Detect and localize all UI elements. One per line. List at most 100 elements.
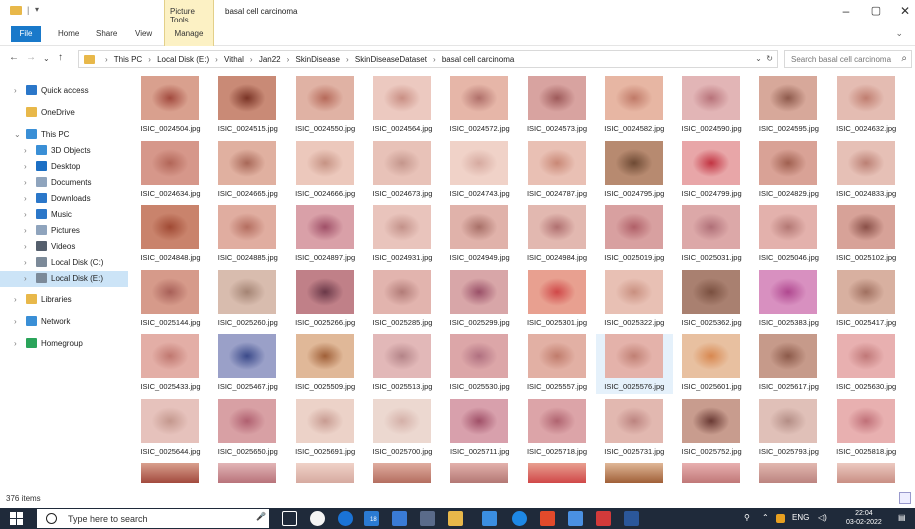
file-item[interactable]: ISIC_0024885.jpg	[209, 205, 286, 265]
sidebar-item-onedrive[interactable]: OneDrive	[0, 105, 128, 121]
sidebar-item-quick-access[interactable]: › Quick access	[0, 83, 128, 99]
breadcrumb-basal-cell-carcinoma[interactable]: basal cell carcinoma	[442, 55, 514, 64]
app-icon[interactable]	[482, 511, 497, 526]
file-item[interactable]: ISIC_0024833.jpg	[828, 140, 905, 201]
file-item[interactable]: ISIC_0025752.jpg	[673, 398, 750, 459]
media-icon[interactable]	[540, 511, 555, 526]
sidebar-item-3d-objects[interactable]: › 3D Objects	[0, 143, 128, 159]
customize-quick-access-icon[interactable]: ▾	[35, 5, 39, 14]
file-item[interactable]: ISIC_0025644.jpg	[132, 398, 209, 459]
up-arrow-icon[interactable]: ↑	[58, 52, 63, 63]
back-arrow-icon[interactable]: ←	[9, 52, 19, 63]
sidebar-item-local-disk-c[interactable]: › Local Disk (C:)	[0, 255, 128, 271]
file-item[interactable]: ISIC_0024666.jpg	[287, 140, 364, 201]
word-icon[interactable]	[624, 511, 639, 526]
file-item[interactable]: ISIC_0024931.jpg	[364, 205, 441, 265]
sidebar-item-local-disk-e[interactable]: › Local Disk (E:)	[0, 271, 128, 287]
image-thumbnail[interactable]	[527, 463, 586, 483]
file-item[interactable]: ISIC_0024743.jpg	[441, 140, 518, 201]
file-item[interactable]: ISIC_0025322.jpg	[596, 269, 673, 330]
sidebar-item-homegroup[interactable]: › Homegroup	[0, 336, 128, 352]
address-dropdown-icon[interactable]: ⌄	[755, 54, 762, 63]
file-explorer-icon[interactable]	[448, 511, 463, 526]
file-item[interactable]: ISIC_0024787.jpg	[519, 140, 596, 201]
file-item[interactable]: ISIC_0024848.jpg	[132, 205, 209, 265]
taskbar-search[interactable]: Type here to search	[37, 509, 269, 528]
taskbar-search-input[interactable]: Type here to search	[68, 514, 148, 524]
expand-chevron-icon[interactable]: ⌄	[14, 130, 21, 139]
file-item[interactable]: ISIC_0025691.jpg	[287, 398, 364, 459]
file-item[interactable]: ISIC_0025818.jpg	[828, 398, 905, 459]
sidebar-item-libraries[interactable]: › Libraries	[0, 292, 128, 308]
file-item[interactable]: ISIC_0025299.jpg	[441, 269, 518, 330]
file-item[interactable]: ISIC_0024829.jpg	[750, 140, 827, 201]
file-item[interactable]: ISIC_0024949.jpg	[441, 205, 518, 265]
expand-chevron-icon[interactable]: ›	[14, 339, 17, 348]
file-item[interactable]: ISIC_0025513.jpg	[364, 334, 441, 394]
breadcrumb-local-disk[interactable]: Local Disk (E:)	[157, 55, 209, 64]
file-item[interactable]: ISIC_0025266.jpg	[287, 269, 364, 330]
file-item[interactable]: ISIC_0025417.jpg	[828, 269, 905, 330]
breadcrumb-jan22[interactable]: Jan22	[259, 55, 281, 64]
file-item[interactable]: ISIC_0025285.jpg	[364, 269, 441, 330]
file-item[interactable]: ISIC_0024673.jpg	[364, 140, 441, 201]
maximize-button[interactable]: ▢	[866, 4, 886, 17]
file-item[interactable]: ISIC_0024572.jpg	[441, 76, 518, 136]
file-item[interactable]: ISIC_0024515.jpg	[209, 76, 286, 136]
breadcrumb-skindisease[interactable]: SkinDisease	[296, 55, 340, 64]
file-item[interactable]: ISIC_0024795.jpg	[596, 140, 673, 201]
snip-icon[interactable]	[420, 511, 435, 526]
tab-file[interactable]: File	[11, 26, 41, 42]
file-item[interactable]: ISIC_0025509.jpg	[287, 334, 364, 394]
file-item[interactable]: ISIC_0025144.jpg	[132, 269, 209, 330]
image-thumbnail[interactable]	[836, 463, 895, 483]
notifications-icon[interactable]: ▤	[898, 513, 906, 522]
sidebar-item-desktop[interactable]: › Desktop	[0, 159, 128, 175]
paint-icon[interactable]	[568, 511, 583, 526]
expand-chevron-icon[interactable]: ›	[14, 295, 17, 304]
edge-icon[interactable]	[338, 511, 353, 526]
refresh-icon[interactable]: ↻	[766, 54, 773, 63]
image-thumbnail[interactable]	[295, 463, 354, 483]
sidebar-item-downloads[interactable]: › Downloads	[0, 191, 128, 207]
recent-locations-icon[interactable]: ⌄	[43, 54, 50, 63]
file-item[interactable]: ISIC_0025557.jpg	[519, 334, 596, 394]
file-item[interactable]: ISIC_0025718.jpg	[519, 398, 596, 459]
file-item[interactable]: ISIC_0025362.jpg	[673, 269, 750, 330]
file-item[interactable]: ISIC_0025467.jpg	[209, 334, 286, 394]
image-thumbnail[interactable]	[372, 463, 431, 483]
expand-ribbon-icon[interactable]: ⌄	[895, 28, 903, 39]
tab-manage[interactable]: Manage	[164, 22, 214, 46]
file-item[interactable]: ISIC_0024504.jpg	[132, 76, 209, 136]
file-item[interactable]: ISIC_0025731.jpg	[596, 398, 673, 459]
expand-chevron-icon[interactable]: ›	[24, 162, 27, 171]
breadcrumb-skindiseasedataset[interactable]: SkinDiseaseDataset	[355, 55, 427, 64]
file-item[interactable]: ISIC_0025617.jpg	[750, 334, 827, 394]
file-item[interactable]: ISIC_0025793.jpg	[750, 398, 827, 459]
search-box[interactable]: Search basal cell carcinoma ⌕	[784, 50, 912, 68]
expand-chevron-icon[interactable]: ›	[24, 194, 27, 203]
clock[interactable]: 22:04 03-02-2022	[846, 509, 882, 527]
file-item[interactable]: ISIC_0025102.jpg	[828, 205, 905, 265]
folder-icon[interactable]	[10, 6, 22, 15]
expand-chevron-icon[interactable]: ›	[14, 86, 17, 95]
sidebar-item-videos[interactable]: › Videos	[0, 239, 128, 255]
image-thumbnail[interactable]	[759, 463, 818, 483]
file-item[interactable]: ISIC_0024590.jpg	[673, 76, 750, 136]
image-thumbnail[interactable]	[450, 463, 509, 483]
tab-share[interactable]: Share	[96, 29, 117, 38]
show-hidden-icons[interactable]: ⌃	[762, 513, 769, 522]
search-icon[interactable]: ⌕	[901, 53, 907, 64]
tab-view[interactable]: View	[135, 29, 152, 38]
image-thumbnail[interactable]	[218, 463, 277, 483]
store-icon[interactable]: 18	[364, 511, 379, 526]
sidebar-item-documents[interactable]: › Documents	[0, 175, 128, 191]
file-item[interactable]: ISIC_0025031.jpg	[673, 205, 750, 265]
app2-icon[interactable]	[596, 511, 611, 526]
windows-start-icon[interactable]	[10, 512, 24, 525]
expand-chevron-icon[interactable]: ›	[14, 317, 17, 326]
file-item[interactable]: ISIC_0025046.jpg	[750, 205, 827, 265]
file-item[interactable]: ISIC_0025301.jpg	[519, 269, 596, 330]
photos-icon[interactable]	[392, 511, 407, 526]
microphone-icon[interactable]: 🎤	[256, 512, 266, 521]
